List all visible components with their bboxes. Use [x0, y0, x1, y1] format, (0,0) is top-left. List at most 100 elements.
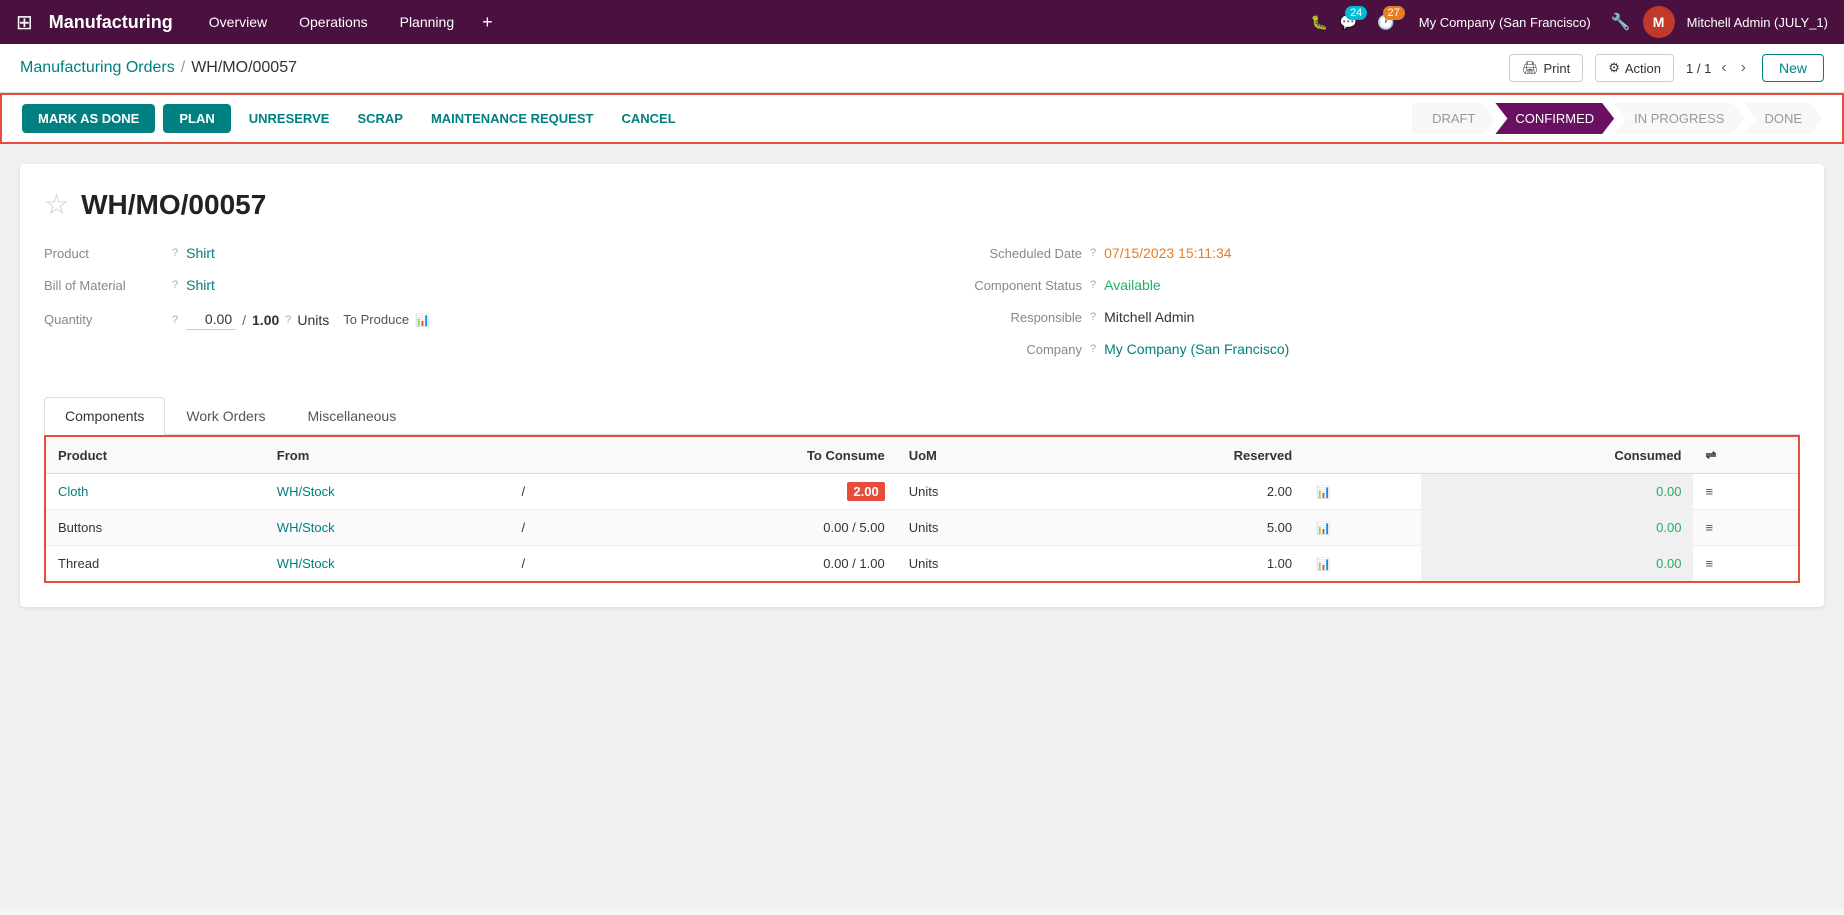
settings-icon[interactable]: 🔧	[1611, 12, 1631, 32]
col-sep	[510, 437, 593, 474]
nav-icons: 🐛 💬 24 🕐 27 My Company (San Francisco) 🔧…	[1310, 6, 1828, 38]
plan-button[interactable]: PLAN	[163, 104, 230, 133]
activity-badge[interactable]: 🕐 27	[1377, 14, 1394, 31]
status-step-in-progress[interactable]: IN PROGRESS	[1614, 103, 1744, 134]
tab-components[interactable]: Components	[44, 397, 165, 435]
components-table-container: Product From To Consume UoM Reserved Con…	[44, 435, 1800, 583]
nav-add-icon[interactable]: +	[474, 12, 501, 33]
chat-badge[interactable]: 💬 24	[1340, 14, 1357, 31]
status-step-draft[interactable]: DRAFT	[1412, 103, 1495, 134]
list-icon[interactable]: ≡	[1705, 556, 1713, 571]
cell-to-consume[interactable]: 0.00 / 1.00	[592, 546, 897, 582]
company-value[interactable]: My Company (San Francisco)	[1104, 341, 1289, 357]
company-field: Company ? My Company (San Francisco)	[942, 341, 1800, 357]
form-left: Product ? Shirt Bill of Material ? Shirt…	[44, 245, 902, 373]
col-from: From	[265, 437, 510, 474]
nav-planning[interactable]: Planning	[388, 0, 467, 44]
responsible-value[interactable]: Mitchell Admin	[1104, 309, 1194, 325]
cell-list-icon[interactable]: ≡	[1693, 474, 1798, 510]
app-grid-icon[interactable]: ⊞	[16, 10, 33, 35]
list-icon[interactable]: ≡	[1705, 520, 1713, 535]
mark-as-done-button[interactable]: MARK AS DONE	[22, 104, 155, 133]
qty-row: / 1.00 ? Units To Produce 📊	[186, 309, 430, 330]
maintenance-request-button[interactable]: MAINTENANCE REQUEST	[421, 104, 604, 133]
qty-done-input[interactable]	[186, 309, 236, 330]
status-step-done[interactable]: DONE	[1744, 103, 1822, 134]
responsible-help-icon[interactable]: ?	[1090, 311, 1096, 323]
breadcrumb-parent[interactable]: Manufacturing Orders	[20, 59, 175, 77]
new-button[interactable]: New	[1762, 54, 1824, 82]
cell-from[interactable]: WH/Stock	[265, 474, 510, 510]
qty-help-icon[interactable]: ?	[172, 314, 178, 326]
product-help-icon[interactable]: ?	[172, 247, 178, 259]
column-settings-icon[interactable]: ⇌	[1705, 447, 1716, 462]
user-name[interactable]: Mitchell Admin (JULY_1)	[1687, 15, 1828, 30]
cell-product[interactable]: Cloth	[46, 474, 265, 510]
form-title-row: ☆ WH/MO/00057	[44, 188, 1800, 221]
component-status-help-icon[interactable]: ?	[1090, 279, 1096, 291]
user-avatar[interactable]: M	[1643, 6, 1675, 38]
nav-operations[interactable]: Operations	[287, 0, 379, 44]
bom-help-icon[interactable]: ?	[172, 279, 178, 291]
list-icon[interactable]: ≡	[1705, 484, 1713, 499]
nav-overview[interactable]: Overview	[197, 0, 279, 44]
scheduled-date-value: 07/15/2023 15:11:34	[1104, 245, 1231, 261]
cell-uom: Units	[897, 510, 1057, 546]
cancel-button[interactable]: CANCEL	[611, 104, 685, 133]
cell-reserved: 1.00	[1057, 546, 1304, 582]
scrap-button[interactable]: SCRAP	[347, 104, 413, 133]
breadcrumb-separator: /	[181, 59, 185, 77]
breadcrumb-current: WH/MO/00057	[191, 59, 297, 77]
print-button[interactable]: 🖨 Print	[1509, 54, 1583, 82]
cell-list-icon[interactable]: ≡	[1693, 546, 1798, 582]
next-page-button[interactable]: ›	[1737, 57, 1750, 79]
cell-list-icon[interactable]: ≡	[1693, 510, 1798, 546]
chart-icon[interactable]: 📊	[1316, 557, 1331, 571]
breadcrumb: Manufacturing Orders / WH/MO/00057	[20, 59, 297, 77]
main-content: ☆ WH/MO/00057 Product ? Shirt Bill of Ma…	[0, 144, 1844, 909]
cell-separator: /	[510, 546, 593, 582]
prev-page-button[interactable]: ‹	[1717, 57, 1730, 79]
cell-reserved-chart-icon[interactable]: 📊	[1304, 510, 1421, 546]
chart-icon[interactable]: 📊	[1316, 485, 1331, 499]
cell-product[interactable]: Buttons	[46, 510, 265, 546]
cell-to-consume[interactable]: 0.00 / 5.00	[592, 510, 897, 546]
bug-icon[interactable]: 🐛	[1310, 14, 1327, 31]
action-bar: MARK AS DONE PLAN UNRESERVE SCRAP MAINTE…	[0, 93, 1844, 144]
tabs: ComponentsWork OrdersMiscellaneous	[44, 397, 1800, 435]
cell-reserved-chart-icon[interactable]: 📊	[1304, 546, 1421, 582]
components-table: Product From To Consume UoM Reserved Con…	[46, 437, 1798, 581]
cell-separator: /	[510, 510, 593, 546]
cell-reserved-chart-icon[interactable]: 📊	[1304, 474, 1421, 510]
cell-product[interactable]: Thread	[46, 546, 265, 582]
component-status-field: Component Status ? Available	[942, 277, 1800, 293]
unreserve-button[interactable]: UNRESERVE	[239, 104, 340, 133]
favorite-star-icon[interactable]: ☆	[44, 188, 69, 221]
col-reserved: Reserved	[1057, 437, 1304, 474]
cell-from[interactable]: WH/Stock	[265, 510, 510, 546]
cell-to-consume[interactable]: 2.00	[592, 474, 897, 510]
table-row: ClothWH/Stock/2.00Units2.00📊0.00≡	[46, 474, 1798, 510]
col-reserved-icon	[1304, 437, 1421, 474]
product-value[interactable]: Shirt	[186, 245, 215, 261]
action-button[interactable]: ⚙ Action	[1595, 54, 1674, 82]
header-actions: 🖨 Print ⚙ Action 1 / 1 ‹ › New	[1509, 54, 1824, 82]
scheduled-date-help-icon[interactable]: ?	[1090, 247, 1096, 259]
col-product: Product	[46, 437, 265, 474]
cell-uom: Units	[897, 546, 1057, 582]
cell-consumed: 0.00	[1421, 546, 1694, 582]
bom-value[interactable]: Shirt	[186, 277, 215, 293]
col-consumed: Consumed	[1421, 437, 1694, 474]
tab-miscellaneous[interactable]: Miscellaneous	[286, 397, 417, 435]
chart-icon[interactable]: 📊	[1316, 521, 1331, 535]
status-step-confirmed[interactable]: CONFIRMED	[1495, 103, 1614, 134]
app-name: Manufacturing	[49, 12, 173, 33]
qty-chart-icon[interactable]: 📊	[415, 313, 430, 327]
cell-consumed: 0.00	[1421, 510, 1694, 546]
order-title: WH/MO/00057	[81, 189, 266, 221]
pagination: 1 / 1 ‹ ›	[1686, 57, 1750, 79]
qty-total-help-icon[interactable]: ?	[285, 314, 291, 326]
tab-work-orders[interactable]: Work Orders	[165, 397, 286, 435]
cell-from[interactable]: WH/Stock	[265, 546, 510, 582]
company-help-icon[interactable]: ?	[1090, 343, 1096, 355]
